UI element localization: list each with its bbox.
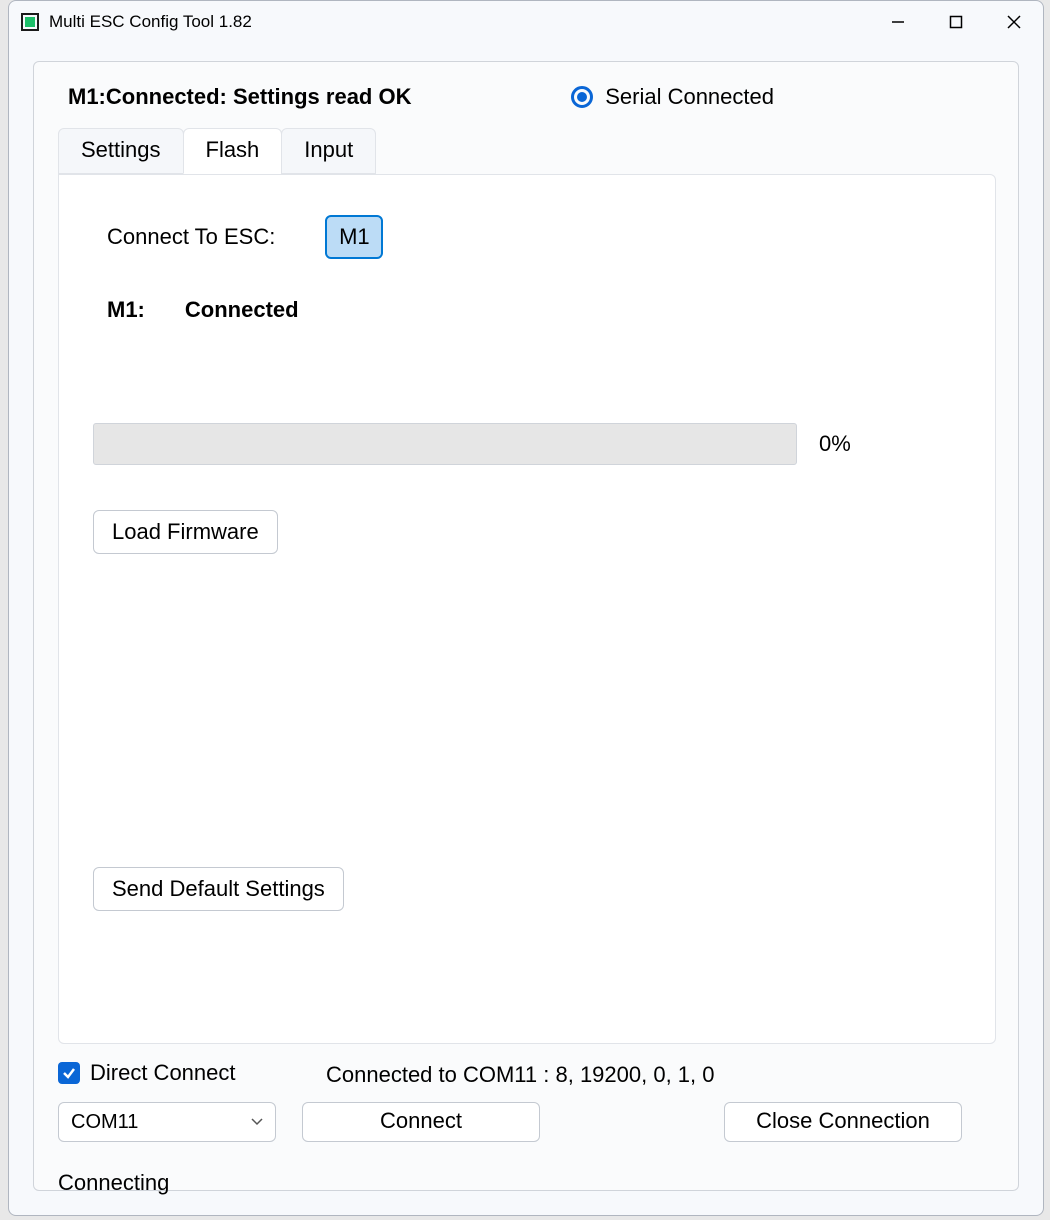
- connect-button[interactable]: Connect: [302, 1102, 540, 1142]
- send-default-settings-button[interactable]: Send Default Settings: [93, 867, 344, 911]
- flash-tab-content: Connect To ESC: M1 M1: Connected 0% Load…: [58, 174, 996, 1044]
- progress-row: 0%: [93, 423, 851, 465]
- close-button[interactable]: [985, 1, 1043, 43]
- motor-id-label: M1:: [107, 297, 145, 323]
- tab-settings[interactable]: Settings: [58, 128, 184, 174]
- maximize-icon: [949, 15, 963, 29]
- m1-button[interactable]: M1: [325, 215, 383, 259]
- progress-bar: [93, 423, 797, 465]
- connection-panel: Direct Connect Connected to COM11 : 8, 1…: [58, 1060, 996, 1086]
- com-port-select[interactable]: COM11: [58, 1102, 276, 1142]
- tab-bar: Settings Flash Input: [58, 128, 375, 174]
- motor-status-row: M1: Connected: [107, 297, 299, 323]
- close-connection-button[interactable]: Close Connection: [724, 1102, 962, 1142]
- app-icon: [21, 13, 39, 31]
- titlebar: Multi ESC Config Tool 1.82: [9, 1, 1043, 43]
- app-window: Multi ESC Config Tool 1.82 M1:Connected:…: [8, 0, 1044, 1216]
- close-icon: [1007, 15, 1021, 29]
- checkbox-icon: [58, 1062, 80, 1084]
- status-bar: Connecting: [58, 1170, 169, 1196]
- radio-icon: [571, 86, 593, 108]
- window-title: Multi ESC Config Tool 1.82: [49, 12, 252, 32]
- motor-status-value: Connected: [185, 297, 299, 323]
- minimize-icon: [891, 15, 905, 29]
- main-panel: M1:Connected: Settings read OK Serial Co…: [33, 61, 1019, 1191]
- serial-connected-label: Serial Connected: [605, 84, 774, 110]
- minimize-button[interactable]: [869, 1, 927, 43]
- connection-status-title: M1:Connected: Settings read OK: [68, 84, 411, 110]
- tab-flash[interactable]: Flash: [183, 128, 283, 174]
- connect-to-esc-label: Connect To ESC:: [107, 224, 275, 250]
- load-firmware-button[interactable]: Load Firmware: [93, 510, 278, 554]
- maximize-button[interactable]: [927, 1, 985, 43]
- connect-to-esc-row: Connect To ESC: M1: [107, 215, 383, 259]
- serial-connected-radio[interactable]: Serial Connected: [571, 84, 774, 110]
- com-port-value: COM11: [71, 1111, 138, 1134]
- progress-percent: 0%: [819, 431, 851, 457]
- header-row: M1:Connected: Settings read OK Serial Co…: [34, 62, 1018, 110]
- connection-info: Connected to COM11 : 8, 19200, 0, 1, 0: [326, 1062, 715, 1088]
- chevron-down-icon: [251, 1118, 263, 1126]
- direct-connect-label: Direct Connect: [90, 1060, 236, 1086]
- window-controls: [869, 1, 1043, 43]
- tab-input[interactable]: Input: [281, 128, 376, 174]
- connection-buttons-row: COM11 Connect Close Connection: [58, 1102, 996, 1142]
